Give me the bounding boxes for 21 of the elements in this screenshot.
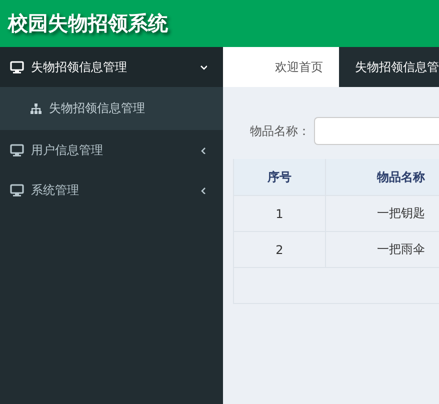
sitemap-icon [30,102,42,114]
search-label: 物品名称： [250,122,310,140]
submenu-item[interactable]: 失物招领信息管理 [0,87,223,130]
monitor-icon [10,184,24,196]
menu-item[interactable]: 失物招领信息管理 [0,47,223,87]
menu-item[interactable]: 用户信息管理 [0,130,223,170]
caret-icon [200,186,207,194]
table-cell: 2 [234,232,326,267]
app-title: 校园失物招领系统 [8,10,168,37]
column-header: 序号 [234,159,326,195]
table-cell: 1 [234,196,326,231]
search-field[interactable] [314,117,439,145]
table-cell-text: 一把钥匙 [376,205,426,222]
monitor-icon [10,60,24,74]
menu-item[interactable]: 系统管理 [0,170,223,210]
caret-icon [200,146,207,154]
tab[interactable]: 失物招领信息管 [339,47,439,87]
monitor-icon [10,144,24,156]
caret-icon [200,64,207,70]
column-header: 物品名称 [376,168,426,186]
table-cell-text: 一把雨伞 [376,241,426,258]
